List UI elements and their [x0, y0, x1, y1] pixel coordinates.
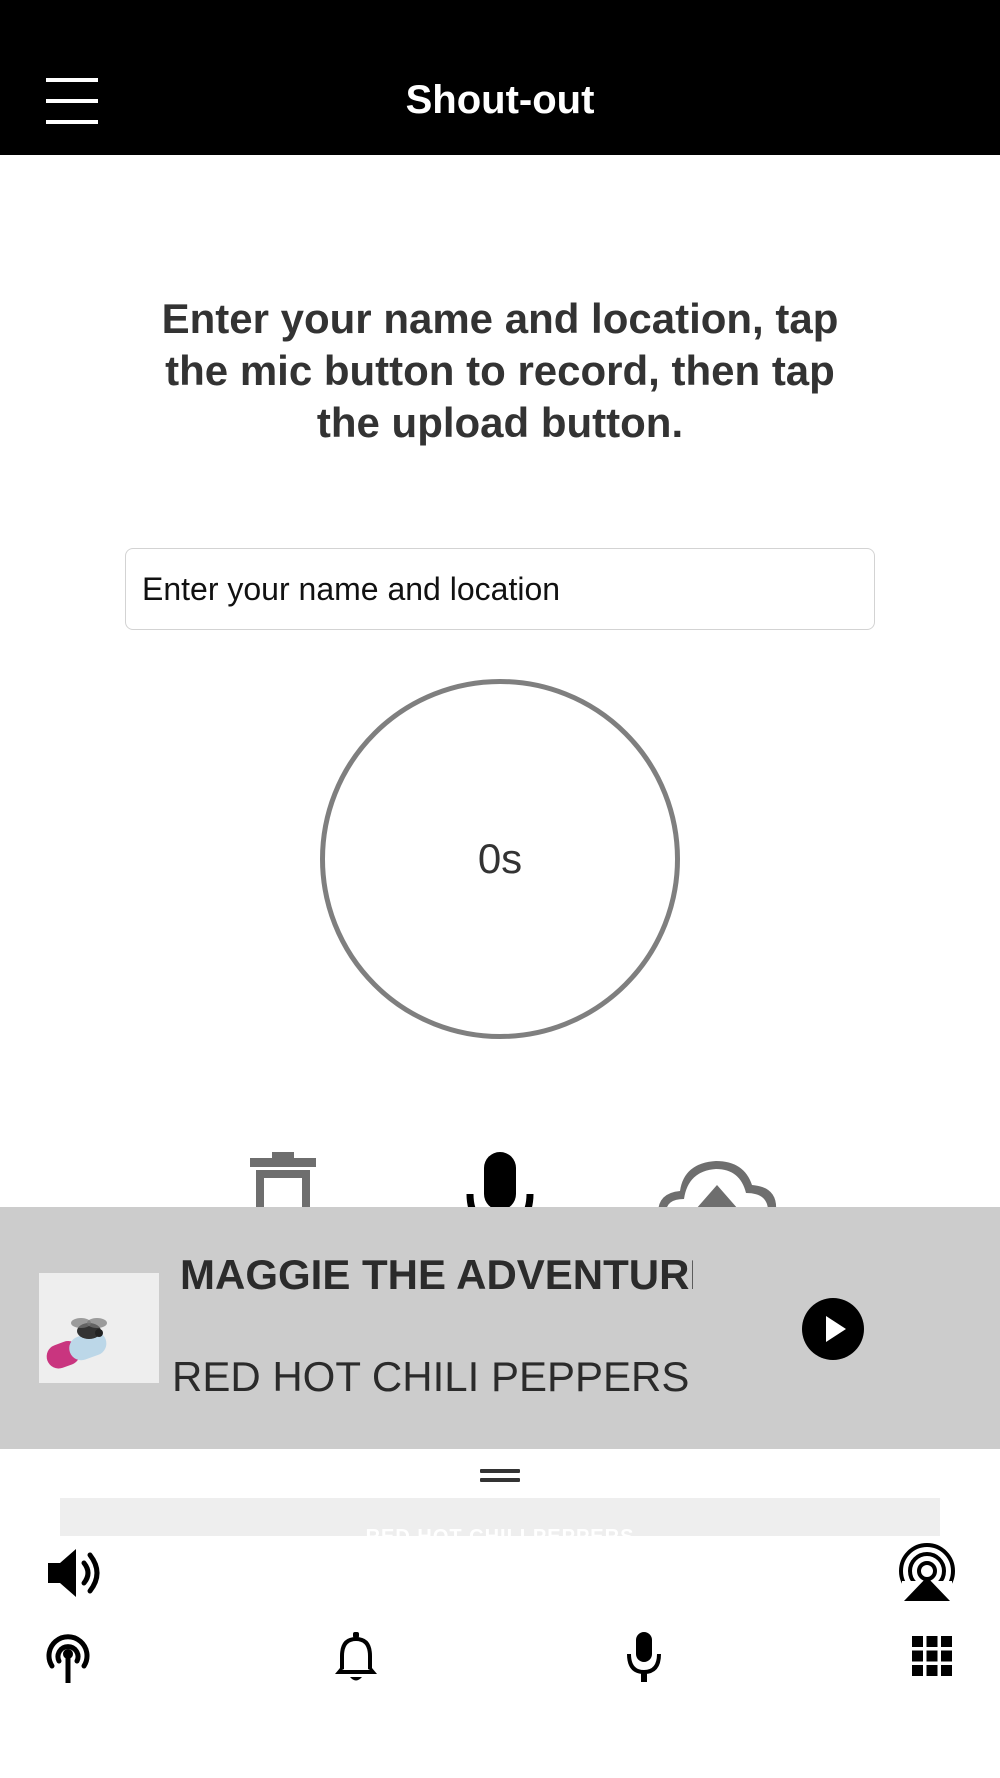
bell-icon[interactable] [333, 1632, 379, 1684]
grid-icon[interactable] [912, 1636, 952, 1676]
ticker-banner: RED HOT CHILI PEPPERS [60, 1498, 940, 1536]
track-title: MAGGIE THE ADVENTURES OF RAIN DANCE MAGG… [180, 1251, 693, 1298]
name-location-input[interactable] [125, 548, 875, 630]
record-timer-circle: 0s [320, 679, 680, 1039]
page-title: Shout-out [405, 78, 595, 122]
now-playing-bar[interactable]: MAGGIE THE ADVENTURES OF RAIN DANCE MAGG… [0, 1207, 1000, 1449]
top-bar: Shout-out [0, 0, 1000, 155]
play-icon[interactable] [802, 1298, 864, 1360]
album-art-image [39, 1273, 159, 1383]
drag-handle[interactable] [480, 1469, 520, 1485]
ticker-text: RED HOT CHILI PEPPERS [60, 1526, 940, 1536]
instructions-text: Enter your name and location, tap the mi… [161, 295, 839, 446]
airplay-icon[interactable] [896, 1543, 958, 1603]
track-artist: RED HOT CHILI PEPPERS [172, 1353, 690, 1400]
timer-text: 0s [477, 835, 523, 882]
nav-microphone-icon[interactable] [625, 1632, 663, 1684]
volume-icon[interactable] [44, 1545, 106, 1601]
broadcast-icon[interactable] [42, 1632, 94, 1684]
